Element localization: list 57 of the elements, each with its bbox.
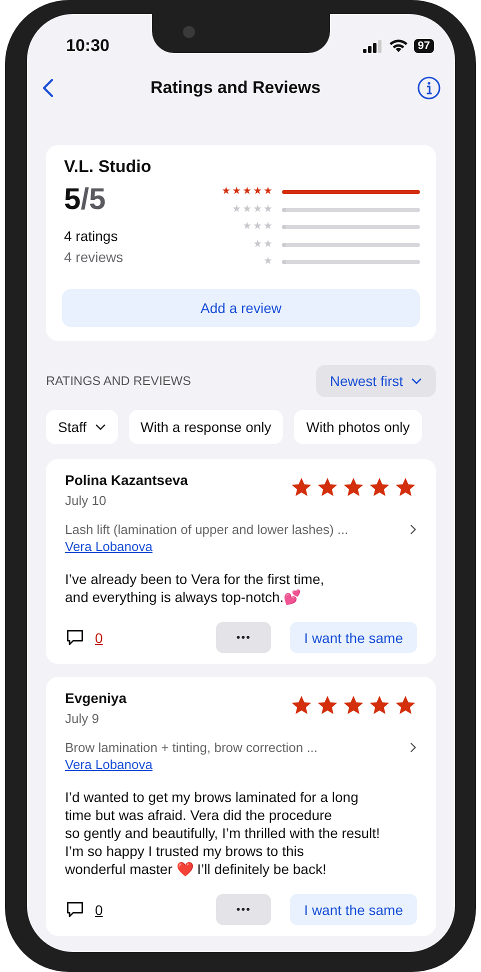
battery-indicator: 97 bbox=[414, 39, 434, 53]
sort-dropdown[interactable]: Newest first bbox=[316, 365, 436, 397]
want-same-button[interactable]: I want the same bbox=[290, 622, 417, 653]
filter-chip[interactable]: With photos only bbox=[294, 410, 422, 444]
service-name[interactable]: Brow lamination + tinting, brow correction ... bbox=[65, 740, 318, 755]
author-name: Evgeniya bbox=[65, 690, 126, 706]
review-date: July 9 bbox=[65, 711, 100, 726]
back-icon bbox=[42, 78, 54, 98]
review-text: I’d wanted to get my brows laminated for a long time but was afraid. Vera did the procedure so gently and beautifully, I’m thrilled with the result! I’m so happy I trusted my brows to this wonderful master ❤ I’ll definitely be back! bbox=[65, 788, 381, 878]
review-text: I’ve already been to Vera for the first time, and everything is always top-notch.💕 bbox=[65, 570, 326, 606]
signal-icon bbox=[362, 40, 383, 52]
star-icon bbox=[316, 694, 339, 717]
service-name[interactable]: Lash lift (lamination of upper and lower lashes) ... bbox=[65, 522, 348, 537]
star-rating-label: ★★★★★ bbox=[222, 186, 274, 198]
star-icon bbox=[394, 476, 417, 499]
star-icon bbox=[316, 476, 339, 499]
author-name: Polina Kazantseva bbox=[65, 472, 188, 488]
chevron-right-icon[interactable] bbox=[410, 524, 417, 535]
back-button[interactable] bbox=[42, 78, 54, 98]
star-rating-label: ★★★★ bbox=[232, 204, 274, 216]
comment-count[interactable]: 0 bbox=[95, 630, 103, 646]
reviews-count: 4 reviews bbox=[64, 249, 124, 265]
add-review-button[interactable]: Add a review bbox=[62, 289, 420, 327]
star-icon bbox=[290, 476, 313, 499]
star-rating-label: ★★★ bbox=[242, 221, 274, 233]
star-rating-label: ★★ bbox=[253, 238, 274, 250]
star-icon bbox=[394, 694, 417, 717]
master-link[interactable]: Vera Lobanova bbox=[65, 757, 152, 772]
ratings-count: 4 ratings bbox=[64, 228, 119, 244]
star-icon bbox=[368, 694, 391, 717]
more-button[interactable]: ••• bbox=[216, 622, 272, 653]
review-date: July 10 bbox=[65, 493, 108, 508]
star-icon bbox=[342, 476, 365, 499]
star-rating-label: ★ bbox=[264, 256, 274, 268]
section-heading: RATINGS AND REVIEWS bbox=[46, 374, 191, 388]
filter-chip[interactable]: Staff bbox=[46, 410, 118, 444]
rating-score: 5/5 bbox=[64, 183, 107, 216]
star-icon bbox=[368, 476, 391, 499]
wifi-icon bbox=[388, 39, 408, 53]
master-link[interactable]: Vera Lobanova bbox=[65, 539, 152, 554]
screen-title: Ratings and Reviews bbox=[150, 78, 321, 98]
comment-icon[interactable] bbox=[65, 628, 85, 648]
star-icon bbox=[290, 694, 313, 717]
star-icon bbox=[342, 694, 365, 717]
filter-chip[interactable]: With a response only bbox=[128, 410, 284, 444]
chevron-down-icon bbox=[411, 378, 422, 384]
comment-count[interactable]: 0 bbox=[95, 902, 103, 918]
camera-icon bbox=[183, 26, 195, 38]
info-icon bbox=[417, 76, 441, 100]
want-same-button[interactable]: I want the same bbox=[290, 894, 417, 925]
studio-name: V.L. Studio bbox=[64, 157, 152, 177]
comment-icon[interactable] bbox=[65, 900, 85, 920]
chevron-right-icon[interactable] bbox=[410, 742, 417, 753]
status-time: 10:30 bbox=[66, 36, 110, 56]
chevron-down-icon bbox=[94, 424, 106, 430]
more-button[interactable]: ••• bbox=[216, 894, 272, 925]
info-button[interactable] bbox=[417, 76, 441, 100]
